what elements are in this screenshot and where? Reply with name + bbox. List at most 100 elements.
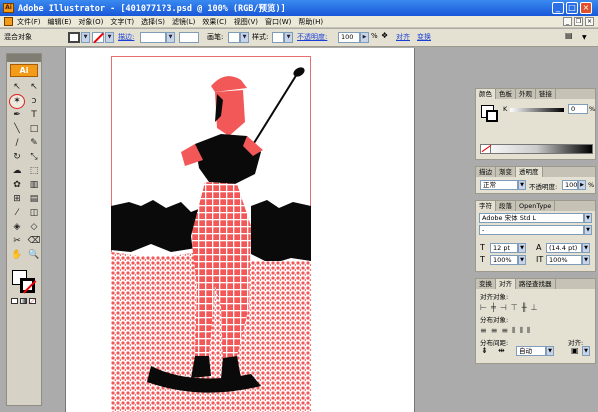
- fill-dropdown-icon[interactable]: ▼: [81, 32, 90, 43]
- brush-dropdown-icon[interactable]: ▼: [240, 32, 249, 43]
- doc-minimize-icon[interactable]: _: [563, 17, 572, 26]
- style-dropdown-icon[interactable]: ▼: [284, 32, 293, 43]
- fill-swatch[interactable]: [68, 32, 80, 43]
- transparency-opacity-dropdown-icon[interactable]: ▶: [578, 180, 586, 190]
- color-mode-icon[interactable]: [11, 298, 18, 304]
- menu-object[interactable]: 对象(O): [78, 17, 103, 27]
- menu-edit[interactable]: 编辑(E): [48, 17, 72, 27]
- recolor-icon[interactable]: ❖: [381, 31, 388, 40]
- distribute-top-icon[interactable]: ≡: [480, 326, 487, 336]
- style-swatch[interactable]: [272, 32, 284, 43]
- stroke-dropdown-icon[interactable]: ▼: [105, 32, 114, 43]
- free-transform-tool-icon[interactable]: ⬚: [27, 165, 41, 178]
- opacity-link[interactable]: 不透明度:: [297, 32, 327, 42]
- align-bottom-icon[interactable]: ⊥: [531, 303, 538, 312]
- stroke-color-swatch[interactable]: [20, 278, 37, 294]
- vertical-scale-dropdown-icon[interactable]: ▼: [582, 255, 590, 265]
- k-slider[interactable]: [510, 108, 564, 112]
- doc-close-icon[interactable]: ×: [585, 17, 594, 26]
- symbol-sprayer-tool-icon[interactable]: ✿: [10, 179, 24, 192]
- tab-pathfinder[interactable]: 路径查找器: [516, 279, 556, 289]
- font-style-dropdown-icon[interactable]: ▼: [584, 225, 592, 235]
- color-stroke-swatch[interactable]: [486, 110, 498, 122]
- maximize-button[interactable]: □: [566, 2, 578, 14]
- color-spectrum-bar[interactable]: [480, 144, 593, 154]
- stroke-link[interactable]: 描边:: [118, 32, 134, 42]
- transparency-opacity-input[interactable]: 100: [562, 180, 578, 190]
- menu-file[interactable]: 文件(F): [17, 17, 41, 27]
- pencil-tool-icon[interactable]: ✎: [27, 137, 41, 150]
- blend-tool-icon[interactable]: ◫: [27, 207, 41, 220]
- tools-panel-header[interactable]: [7, 54, 41, 62]
- tab-appearance[interactable]: 外观: [516, 89, 536, 99]
- slice-tool-icon[interactable]: ✂: [10, 235, 24, 248]
- tab-character[interactable]: 字符: [476, 201, 496, 211]
- opacity-dropdown-icon[interactable]: ▶: [360, 32, 369, 43]
- align-top-icon[interactable]: ⊤: [511, 303, 518, 312]
- stroke-weight-input[interactable]: [140, 32, 166, 43]
- tab-color[interactable]: 颜色: [476, 89, 496, 99]
- live-paint-selection-tool-icon[interactable]: ◇: [27, 221, 41, 234]
- font-style-select[interactable]: -: [479, 225, 584, 235]
- spacing-value-select[interactable]: 自动: [516, 346, 546, 356]
- brush-input[interactable]: [179, 32, 199, 43]
- tab-align[interactable]: 对齐: [496, 279, 516, 289]
- warp-tool-icon[interactable]: ☁: [10, 165, 24, 178]
- font-size-dropdown-icon[interactable]: ▼: [518, 243, 526, 253]
- stroke-weight-dropdown-icon[interactable]: ▼: [166, 32, 175, 43]
- brush-swatch[interactable]: [228, 32, 240, 43]
- gradient-mode-icon[interactable]: [20, 298, 27, 304]
- tab-opentype[interactable]: OpenType: [516, 201, 556, 211]
- blend-mode-dropdown-icon[interactable]: ▼: [518, 180, 526, 190]
- tab-paragraph[interactable]: 段落: [496, 201, 516, 211]
- paintbrush-tool-icon[interactable]: ∕: [10, 137, 24, 150]
- align-hcenter-icon[interactable]: ╪: [491, 303, 496, 312]
- leading-input[interactable]: (14.4 pt): [546, 243, 582, 253]
- tab-transform[interactable]: 变换: [476, 279, 496, 289]
- selection-tool-icon[interactable]: ↖: [10, 81, 24, 94]
- horizontal-scale-dropdown-icon[interactable]: ▼: [518, 255, 526, 265]
- scale-tool-icon[interactable]: ⤡: [27, 151, 41, 164]
- column-graph-tool-icon[interactable]: ▥: [27, 179, 41, 192]
- vertical-scale-input[interactable]: 100%: [546, 255, 582, 265]
- distribute-left-icon[interactable]: ⫴: [512, 326, 515, 336]
- menu-view[interactable]: 视图(V): [234, 17, 258, 27]
- transform-link[interactable]: 变换: [417, 32, 431, 42]
- opacity-input[interactable]: 100: [338, 32, 360, 43]
- distribute-bottom-icon[interactable]: ≡: [501, 326, 508, 336]
- doc-restore-icon[interactable]: ❐: [574, 17, 583, 26]
- gradient-tool-icon[interactable]: ▤: [27, 193, 41, 206]
- line-tool-icon[interactable]: ╲: [10, 123, 24, 136]
- document-canvas[interactable]: [65, 48, 415, 412]
- font-family-select[interactable]: Adobe 宋体 Std L: [479, 213, 584, 223]
- eyedropper-tool-icon[interactable]: ⁄: [10, 207, 24, 220]
- tab-swatches[interactable]: 色板: [496, 89, 516, 99]
- pen-tool-icon[interactable]: ✒: [10, 109, 24, 122]
- distribute-hspace-icon[interactable]: ⇹: [498, 346, 505, 355]
- workspace-icon[interactable]: ▤: [565, 31, 573, 40]
- lasso-tool-icon[interactable]: ↄ: [27, 95, 41, 108]
- hand-tool-icon[interactable]: ✋: [10, 249, 24, 262]
- tab-gradient[interactable]: 渐变: [496, 167, 516, 177]
- distribute-hcenter-icon[interactable]: ⫴: [519, 326, 522, 336]
- font-family-dropdown-icon[interactable]: ▼: [584, 213, 592, 223]
- magic-wand-tool-icon[interactable]: ✶: [9, 94, 25, 109]
- minimize-button[interactable]: _: [552, 2, 564, 14]
- horizontal-scale-input[interactable]: 100%: [490, 255, 518, 265]
- live-paint-bucket-tool-icon[interactable]: ◈: [10, 221, 24, 234]
- artwork-image[interactable]: [111, 56, 311, 412]
- distribute-vspace-icon[interactable]: ⇟: [481, 346, 488, 355]
- rotate-tool-icon[interactable]: ↻: [10, 151, 24, 164]
- menu-window[interactable]: 窗口(W): [265, 17, 291, 27]
- direct-selection-tool-icon[interactable]: ↖: [27, 81, 41, 94]
- menu-effect[interactable]: 效果(C): [202, 17, 226, 27]
- distribute-right-icon[interactable]: ⫴: [527, 326, 530, 336]
- type-tool-icon[interactable]: T: [27, 109, 41, 122]
- panel-menu-icon[interactable]: ▼: [582, 34, 587, 41]
- distribute-vcenter-icon[interactable]: ≡: [491, 326, 498, 336]
- tab-links[interactable]: 链接: [536, 89, 556, 99]
- menu-help[interactable]: 帮助(H): [298, 17, 323, 27]
- align-link[interactable]: 对齐: [396, 32, 410, 42]
- zoom-tool-icon[interactable]: 🔍: [27, 249, 41, 262]
- menu-type[interactable]: 文字(T): [110, 17, 134, 27]
